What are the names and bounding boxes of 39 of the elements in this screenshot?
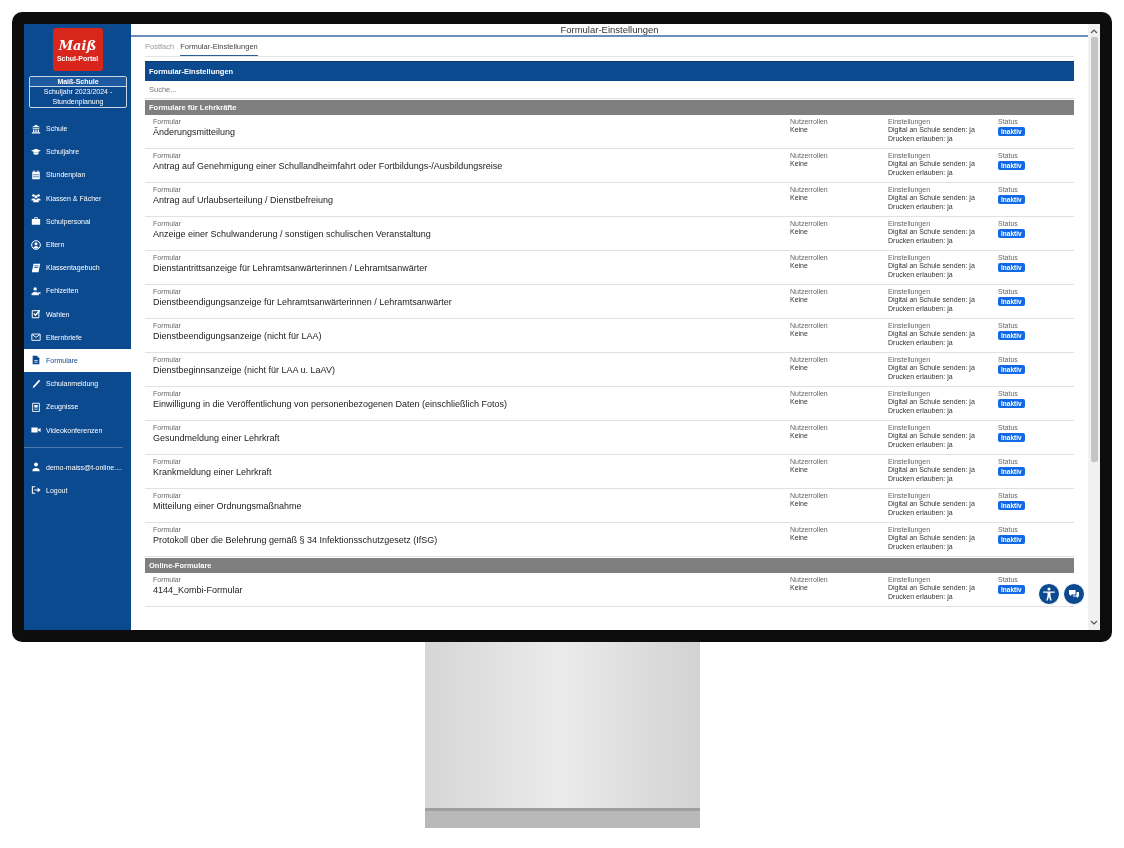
clipboard-icon (31, 401, 41, 412)
form-name: 4144_Kombi-Formular (153, 584, 243, 597)
form-name: Dienstbeendigungsanzeige für Lehramtsanwärterinnen / Lehramtsanwärter (153, 296, 452, 309)
person-cross-icon (31, 285, 41, 296)
form-name: Einwilligung in die Veröffentlichung von personenbezogenen Daten (einschließlich Fotos) (153, 398, 508, 411)
form-name: Anzeige einer Schulwanderung / sonstigen schulischen Veranstaltung (153, 228, 431, 241)
briefcase-icon (31, 216, 41, 227)
form-name: Gesundmeldung einer Lehrkraft (153, 432, 280, 445)
calendar-icon (31, 169, 41, 180)
form-name: Mitteilung einer Ordnungsmaßnahme (153, 500, 302, 513)
people-icon (31, 193, 41, 204)
scroll-down-icon[interactable] (1090, 620, 1098, 626)
scroll-up-icon[interactable] (1090, 28, 1098, 34)
form-name: Änderungsmitteilung (153, 126, 236, 139)
accessibility-icon (1042, 587, 1056, 601)
form-name: Antrag auf Genehmigung einer Schullandheimfahrt oder Fortbildungs-/Ausbildungsreise (153, 160, 503, 173)
form-name: Antrag auf Urlaubserteilung / Dienstbefreiung (153, 194, 334, 207)
checkbox-icon (31, 309, 41, 320)
chat-icon (1068, 588, 1080, 600)
video-camera-icon (31, 425, 41, 436)
person-icon (31, 462, 41, 473)
form-name: Dienstbeendigungsanzeige (nicht für LAA) (153, 330, 322, 343)
form-name: Dienstantrittsanzeige für Lehramtsanwärterinnen / Lehramtsanwärter (153, 262, 428, 275)
chat-button[interactable] (1063, 583, 1085, 605)
graduation-cap-icon (31, 146, 41, 157)
person-circle-icon (31, 239, 41, 250)
document-icon (31, 355, 41, 366)
logo-script: Maiß (58, 37, 97, 53)
scrollbar-thumb[interactable] (1090, 37, 1098, 462)
envelope-icon (31, 332, 41, 343)
pen-icon (31, 378, 41, 389)
form-name: Dienstbeginnsanzeige (nicht für LAA u. LaAV) (153, 364, 335, 377)
logout-icon (31, 485, 41, 496)
form-name: Protokoll über die Belehrung gemäß § 34 Infektionsschutzgesetz (IfSG) (153, 534, 438, 547)
form-name: Krankmeldung einer Lehrkraft (153, 466, 272, 479)
accessibility-button[interactable] (1038, 583, 1060, 605)
bank-icon (31, 123, 41, 134)
window-title: Formular-Einstellungen (560, 24, 659, 35)
book-icon (31, 262, 41, 273)
